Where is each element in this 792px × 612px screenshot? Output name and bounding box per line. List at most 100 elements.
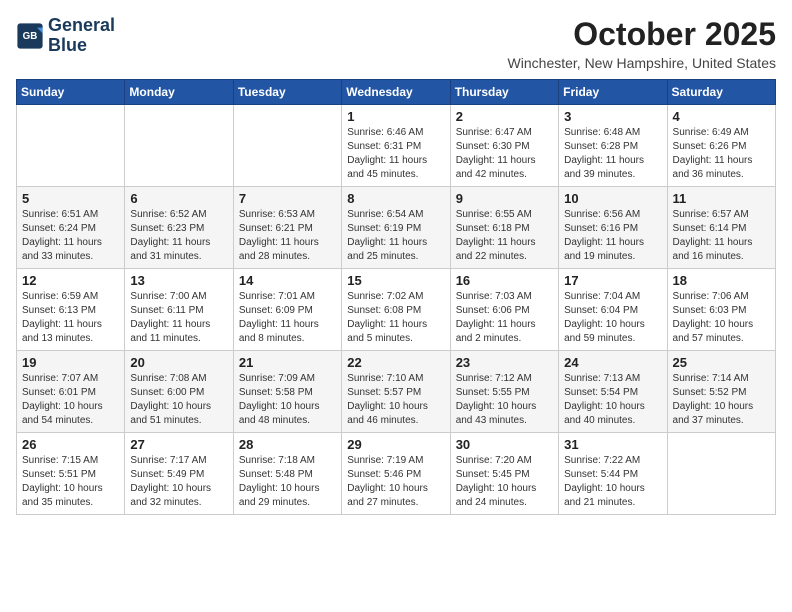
month-title: October 2025: [508, 16, 776, 53]
day-number: 10: [564, 191, 661, 206]
day-number: 2: [456, 109, 553, 124]
day-cell-1-3: 8 Sunrise: 6:54 AM Sunset: 6:19 PM Daylig…: [342, 187, 450, 269]
day-number: 1: [347, 109, 444, 124]
calendar-table: Sunday Monday Tuesday Wednesday Thursday…: [16, 79, 776, 515]
day-cell-3-2: 21 Sunrise: 7:09 AM Sunset: 5:58 PM Dayli…: [233, 351, 341, 433]
day-info: Sunrise: 6:54 AM Sunset: 6:19 PM Dayligh…: [347, 208, 444, 264]
day-info: Sunrise: 7:22 AM Sunset: 5:44 PM Dayligh…: [564, 454, 661, 510]
day-info: Sunrise: 7:06 AM Sunset: 6:03 PM Dayligh…: [673, 290, 770, 346]
day-info: Sunrise: 6:53 AM Sunset: 6:21 PM Dayligh…: [239, 208, 336, 264]
day-number: 4: [673, 109, 770, 124]
day-cell-0-3: 1 Sunrise: 6:46 AM Sunset: 6:31 PM Daylig…: [342, 105, 450, 187]
day-info: Sunrise: 6:51 AM Sunset: 6:24 PM Dayligh…: [22, 208, 119, 264]
col-tuesday: Tuesday: [233, 80, 341, 105]
logo: GB General Blue: [16, 16, 115, 56]
day-cell-3-0: 19 Sunrise: 7:07 AM Sunset: 6:01 PM Dayli…: [17, 351, 125, 433]
location: Winchester, New Hampshire, United States: [508, 55, 776, 71]
calendar-header-row: Sunday Monday Tuesday Wednesday Thursday…: [17, 80, 776, 105]
col-sunday: Sunday: [17, 80, 125, 105]
col-monday: Monday: [125, 80, 233, 105]
day-number: 24: [564, 355, 661, 370]
day-info: Sunrise: 7:15 AM Sunset: 5:51 PM Dayligh…: [22, 454, 119, 510]
day-info: Sunrise: 7:00 AM Sunset: 6:11 PM Dayligh…: [130, 290, 227, 346]
day-cell-1-6: 11 Sunrise: 6:57 AM Sunset: 6:14 PM Dayli…: [667, 187, 775, 269]
day-number: 25: [673, 355, 770, 370]
day-info: Sunrise: 7:04 AM Sunset: 6:04 PM Dayligh…: [564, 290, 661, 346]
svg-text:GB: GB: [23, 31, 38, 42]
day-info: Sunrise: 6:48 AM Sunset: 6:28 PM Dayligh…: [564, 126, 661, 182]
day-cell-2-5: 17 Sunrise: 7:04 AM Sunset: 6:04 PM Dayli…: [559, 269, 667, 351]
day-info: Sunrise: 6:56 AM Sunset: 6:16 PM Dayligh…: [564, 208, 661, 264]
day-info: Sunrise: 7:14 AM Sunset: 5:52 PM Dayligh…: [673, 372, 770, 428]
day-number: 19: [22, 355, 119, 370]
day-cell-4-6: [667, 433, 775, 515]
day-number: 20: [130, 355, 227, 370]
day-cell-4-3: 29Sunrise: 7:19 AM Sunset: 5:46 PM Dayli…: [342, 433, 450, 515]
day-cell-0-4: 2 Sunrise: 6:47 AM Sunset: 6:30 PM Daylig…: [450, 105, 558, 187]
day-cell-1-5: 10 Sunrise: 6:56 AM Sunset: 6:16 PM Dayli…: [559, 187, 667, 269]
logo-text: General Blue: [48, 16, 115, 56]
day-cell-4-4: 30 Sunrise: 7:20 AM Sunset: 5:45 PM Dayli…: [450, 433, 558, 515]
day-number: 14: [239, 273, 336, 288]
day-number: 5: [22, 191, 119, 206]
day-number: 17: [564, 273, 661, 288]
day-number: 11: [673, 191, 770, 206]
day-info: Sunrise: 7:12 AM Sunset: 5:55 PM Dayligh…: [456, 372, 553, 428]
day-info: Sunrise: 7:01 AM Sunset: 6:09 PM Dayligh…: [239, 290, 336, 346]
day-info: Sunrise: 7:18 AM Sunset: 5:48 PM Dayligh…: [239, 454, 336, 510]
day-cell-0-1: [125, 105, 233, 187]
logo-icon: GB: [16, 22, 44, 50]
page-header: GB General Blue October 2025 Winchester,…: [16, 16, 776, 71]
day-number: 13: [130, 273, 227, 288]
logo-line2: Blue: [48, 36, 115, 56]
day-number: 26: [22, 437, 119, 452]
day-number: 9: [456, 191, 553, 206]
day-number: 16: [456, 273, 553, 288]
day-number: 21: [239, 355, 336, 370]
day-cell-2-3: 15Sunrise: 7:02 AM Sunset: 6:08 PM Dayli…: [342, 269, 450, 351]
day-number: 31: [564, 437, 661, 452]
day-number: 22: [347, 355, 444, 370]
day-number: 27: [130, 437, 227, 452]
day-info: Sunrise: 7:20 AM Sunset: 5:45 PM Dayligh…: [456, 454, 553, 510]
day-cell-0-5: 3 Sunrise: 6:48 AM Sunset: 6:28 PM Daylig…: [559, 105, 667, 187]
day-cell-2-1: 13 Sunrise: 7:00 AM Sunset: 6:11 PM Dayli…: [125, 269, 233, 351]
day-cell-1-1: 6 Sunrise: 6:52 AM Sunset: 6:23 PM Daylig…: [125, 187, 233, 269]
day-cell-3-1: 20 Sunrise: 7:08 AM Sunset: 6:00 PM Dayli…: [125, 351, 233, 433]
day-info: Sunrise: 7:07 AM Sunset: 6:01 PM Dayligh…: [22, 372, 119, 428]
day-info: Sunrise: 7:02 AM Sunset: 6:08 PM Dayligh…: [347, 290, 444, 346]
day-cell-0-6: 4Sunrise: 6:49 AM Sunset: 6:26 PM Daylig…: [667, 105, 775, 187]
day-info: Sunrise: 6:55 AM Sunset: 6:18 PM Dayligh…: [456, 208, 553, 264]
day-info: Sunrise: 7:08 AM Sunset: 6:00 PM Dayligh…: [130, 372, 227, 428]
day-cell-3-4: 23 Sunrise: 7:12 AM Sunset: 5:55 PM Dayli…: [450, 351, 558, 433]
day-cell-3-6: 25 Sunrise: 7:14 AM Sunset: 5:52 PM Dayli…: [667, 351, 775, 433]
col-friday: Friday: [559, 80, 667, 105]
day-cell-3-3: 22Sunrise: 7:10 AM Sunset: 5:57 PM Dayli…: [342, 351, 450, 433]
title-area: October 2025 Winchester, New Hampshire, …: [508, 16, 776, 71]
day-cell-3-5: 24 Sunrise: 7:13 AM Sunset: 5:54 PM Dayli…: [559, 351, 667, 433]
day-number: 30: [456, 437, 553, 452]
day-info: Sunrise: 6:59 AM Sunset: 6:13 PM Dayligh…: [22, 290, 119, 346]
day-info: Sunrise: 6:57 AM Sunset: 6:14 PM Dayligh…: [673, 208, 770, 264]
col-saturday: Saturday: [667, 80, 775, 105]
day-cell-1-2: 7Sunrise: 6:53 AM Sunset: 6:21 PM Daylig…: [233, 187, 341, 269]
logo-line1: General: [48, 16, 115, 36]
day-number: 29: [347, 437, 444, 452]
day-number: 18: [673, 273, 770, 288]
day-number: 6: [130, 191, 227, 206]
day-info: Sunrise: 6:47 AM Sunset: 6:30 PM Dayligh…: [456, 126, 553, 182]
day-info: Sunrise: 6:52 AM Sunset: 6:23 PM Dayligh…: [130, 208, 227, 264]
day-cell-4-1: 27Sunrise: 7:17 AM Sunset: 5:49 PM Dayli…: [125, 433, 233, 515]
day-info: Sunrise: 7:03 AM Sunset: 6:06 PM Dayligh…: [456, 290, 553, 346]
col-wednesday: Wednesday: [342, 80, 450, 105]
day-number: 28: [239, 437, 336, 452]
day-info: Sunrise: 7:09 AM Sunset: 5:58 PM Dayligh…: [239, 372, 336, 428]
day-number: 12: [22, 273, 119, 288]
day-number: 23: [456, 355, 553, 370]
day-info: Sunrise: 7:13 AM Sunset: 5:54 PM Dayligh…: [564, 372, 661, 428]
day-cell-4-2: 28 Sunrise: 7:18 AM Sunset: 5:48 PM Dayli…: [233, 433, 341, 515]
day-number: 8: [347, 191, 444, 206]
day-number: 3: [564, 109, 661, 124]
day-info: Sunrise: 6:46 AM Sunset: 6:31 PM Dayligh…: [347, 126, 444, 182]
day-cell-4-0: 26 Sunrise: 7:15 AM Sunset: 5:51 PM Dayli…: [17, 433, 125, 515]
